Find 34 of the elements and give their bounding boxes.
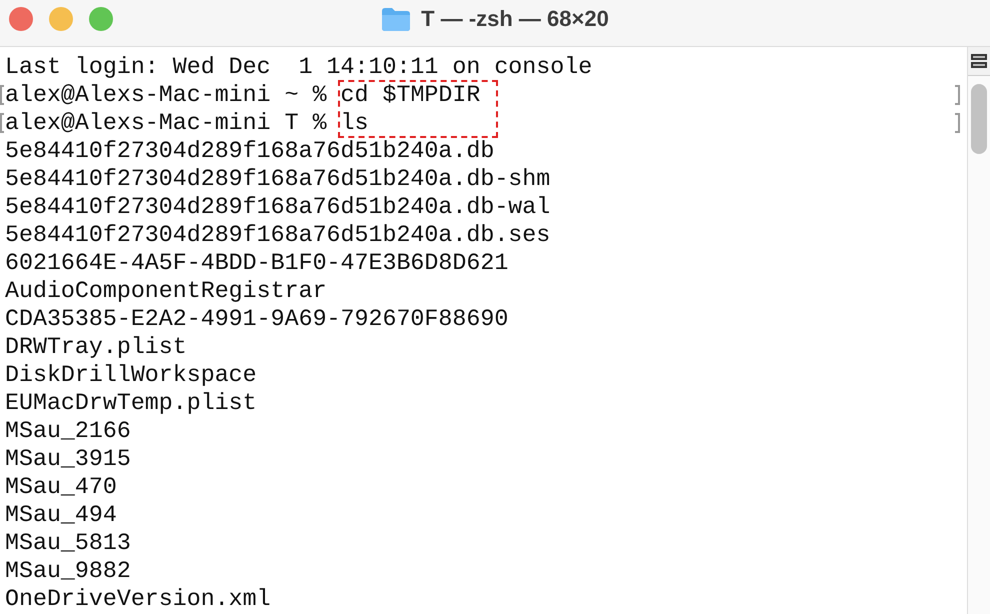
output-line: DiskDrillWorkspace (5, 362, 257, 388)
output-line: 5e84410f27304d289f168a76d51b240a.db (5, 138, 494, 164)
shell-prompt: alex@Alexs-Mac-mini T % (5, 110, 327, 136)
output-line: 5e84410f27304d289f168a76d51b240a.db-wal (5, 194, 550, 220)
output-line: 6021664E-4A5F-4BDD-B1F0-47E3B6D8D621 (5, 250, 508, 276)
output-line: Last login: Wed Dec 1 14:10:11 on console (5, 54, 592, 80)
mark-icon (955, 113, 960, 133)
output-line: CDA35385-E2A2-4991-9A69-792670F88690 (5, 306, 508, 332)
close-button[interactable] (9, 7, 33, 31)
output-line: MSau_2166 (5, 418, 131, 444)
output-line: EUMacDrwTemp.plist (5, 390, 257, 416)
window-title: T — -zsh — 68×20 (421, 6, 609, 32)
output-line: MSau_3915 (5, 446, 131, 472)
output-line: OneDriveVersion.xml (5, 586, 271, 612)
output-line: MSau_494 (5, 502, 117, 528)
zoom-button[interactable] (89, 7, 113, 31)
scroll-bar[interactable] (967, 47, 990, 614)
output-line: AudioComponentRegistrar (5, 278, 327, 304)
scroll-thumb[interactable] (971, 84, 987, 154)
split-icon[interactable] (968, 47, 990, 76)
output-line: MSau_5813 (5, 530, 131, 556)
folder-icon (381, 6, 412, 32)
mark-icon (955, 85, 960, 105)
output-line: 5e84410f27304d289f168a76d51b240a.db.ses (5, 222, 550, 248)
output-line: 5e84410f27304d289f168a76d51b240a.db-shm (5, 166, 550, 192)
output-line: MSau_470 (5, 474, 117, 500)
shell-prompt: alex@Alexs-Mac-mini ~ % (5, 82, 327, 108)
command-text: cd $TMPDIR (340, 82, 480, 108)
output-line: MSau_9882 (5, 558, 131, 584)
mark-icon (0, 113, 4, 133)
minimize-button[interactable] (49, 7, 73, 31)
mark-icon (0, 85, 4, 105)
output-line: DRWTray.plist (5, 334, 187, 360)
command-text: ls (340, 110, 369, 136)
